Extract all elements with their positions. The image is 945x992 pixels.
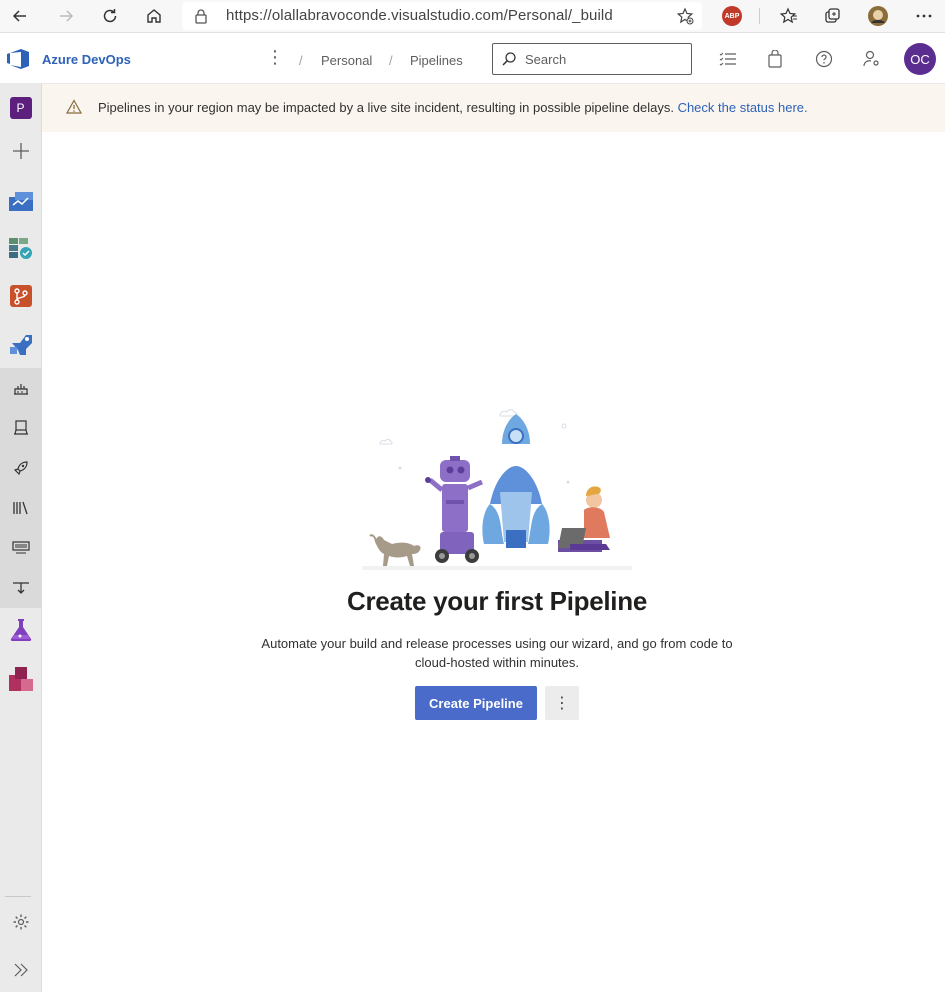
sidebar-item-project[interactable]: P — [0, 88, 41, 128]
breadcrumb-personal[interactable]: Personal — [321, 53, 372, 68]
sidebar-item-artifacts[interactable] — [0, 659, 41, 699]
banner-text: Pipelines in your region may be impacted… — [98, 100, 674, 115]
sidebar-item-releases[interactable] — [0, 448, 41, 488]
chevron-double-right-icon — [14, 963, 28, 977]
builds-icon — [13, 384, 28, 395]
incident-banner: Pipelines in your region may be impacted… — [42, 84, 945, 132]
sidebar-item-boards[interactable] — [0, 228, 41, 268]
sidebar-item-task-groups[interactable] — [0, 528, 41, 568]
repos-icon — [9, 285, 32, 307]
toolbar-divider — [759, 8, 760, 24]
artifacts-icon — [8, 667, 33, 691]
header-more-icon[interactable]: ⋮ — [266, 48, 284, 66]
deployment-groups-icon — [12, 582, 29, 594]
sidebar-divider — [5, 896, 31, 897]
brand-name[interactable]: Azure DevOps — [42, 52, 131, 67]
sidebar-item-new[interactable] — [0, 131, 41, 171]
azure-devops-logo-icon[interactable] — [6, 48, 30, 70]
project-badge: P — [9, 97, 32, 119]
task-groups-icon — [11, 541, 30, 554]
work-items-button[interactable] — [718, 49, 738, 69]
home-button[interactable] — [140, 3, 168, 29]
collections-button[interactable] — [818, 3, 846, 29]
adblock-extension-icon[interactable]: ABP — [722, 6, 742, 26]
search-placeholder: Search — [525, 52, 567, 67]
search-input[interactable]: Search — [492, 43, 692, 75]
boards-icon — [8, 238, 32, 259]
help-button[interactable] — [814, 49, 834, 69]
breadcrumb-separator: / — [299, 53, 303, 68]
test-plans-icon — [10, 619, 31, 641]
sidebar-collapse-button[interactable] — [0, 950, 41, 990]
main-content: Create your first Pipeline Automate your… — [42, 132, 945, 992]
breadcrumb-separator: / — [389, 53, 393, 68]
gear-icon — [13, 914, 28, 930]
lock-icon — [195, 9, 207, 24]
warning-icon — [66, 99, 82, 114]
sidebar-item-deployment-groups[interactable] — [0, 568, 41, 608]
browser-menu-button[interactable] — [910, 3, 938, 29]
refresh-button[interactable] — [96, 3, 124, 29]
environments-icon — [13, 420, 28, 435]
sidebar-item-pipelines[interactable] — [0, 324, 41, 364]
user-gear-icon — [863, 50, 879, 67]
collections-icon — [825, 8, 840, 23]
refresh-icon — [103, 9, 117, 23]
favorites-star-icon — [780, 7, 797, 24]
marketplace-button[interactable] — [765, 49, 785, 69]
home-icon — [147, 9, 161, 23]
sidebar-item-test-plans[interactable] — [0, 610, 41, 650]
shopping-bag-icon — [768, 50, 782, 68]
list-check-icon — [719, 52, 736, 66]
pipeline-illustration — [362, 409, 632, 570]
add-favorite-icon[interactable] — [676, 7, 694, 25]
overview-icon — [8, 192, 33, 211]
browser-toolbar: https://olallabravoconde.visualstudio.co… — [0, 0, 945, 33]
search-icon — [502, 52, 516, 66]
breadcrumb-pipelines[interactable]: Pipelines — [410, 53, 463, 68]
profile-button[interactable] — [864, 3, 892, 29]
app-header: Azure DevOps ⋮ / Personal / Pipelines Se… — [0, 34, 945, 84]
arrow-right-icon — [60, 10, 74, 22]
page-title: Create your first Pipeline — [347, 586, 647, 616]
sidebar-item-environments[interactable] — [0, 408, 41, 448]
url-text: https://olallabravoconde.visualstudio.co… — [226, 7, 613, 24]
add-icon — [12, 143, 29, 159]
rocket-icon — [13, 461, 28, 476]
page-description: Automate your build and release processe… — [261, 636, 733, 670]
library-icon — [12, 501, 28, 515]
forward-button[interactable] — [52, 3, 80, 29]
address-bar[interactable]: https://olallabravoconde.visualstudio.co… — [182, 2, 702, 30]
user-settings-button[interactable] — [862, 49, 882, 69]
sidebar-item-repos[interactable] — [0, 276, 41, 316]
create-pipeline-button[interactable]: Create Pipeline — [415, 686, 537, 720]
arrow-left-icon — [12, 10, 26, 22]
sidebar-item-builds[interactable] — [0, 368, 41, 408]
ellipsis-icon — [916, 14, 932, 18]
banner-message: Pipelines in your region may be impacted… — [98, 100, 808, 115]
help-icon — [815, 50, 833, 68]
user-avatar[interactable]: OC — [904, 43, 936, 75]
status-link[interactable]: Check the status here. — [678, 100, 808, 115]
sidebar-item-overview[interactable] — [0, 180, 41, 220]
sidebar-item-library[interactable] — [0, 488, 41, 528]
pipelines-icon — [9, 335, 32, 355]
back-button[interactable] — [6, 3, 34, 29]
more-actions-button[interactable]: ⋮ — [545, 686, 579, 720]
sidebar-item-settings[interactable] — [0, 902, 41, 942]
profile-avatar-icon — [868, 6, 888, 26]
favorites-button[interactable] — [775, 3, 803, 29]
sidebar: P — [0, 84, 42, 992]
